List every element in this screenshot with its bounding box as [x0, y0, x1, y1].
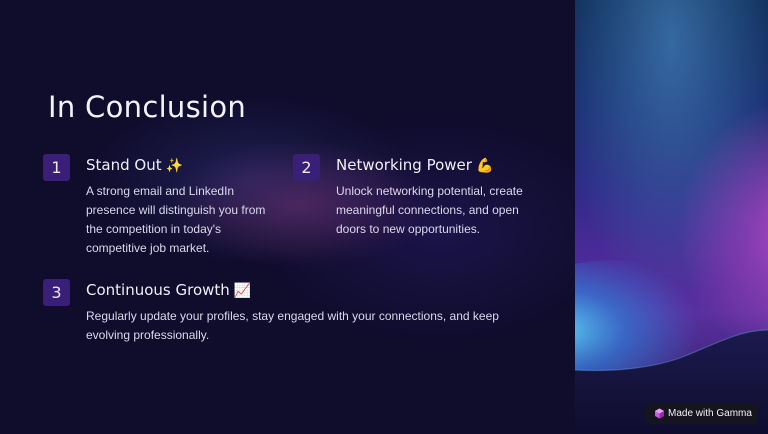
- item-title: Stand Out ✨: [86, 156, 183, 174]
- sparkles-icon: ✨: [165, 158, 184, 174]
- item-title: Continuous Growth 📈: [86, 281, 251, 299]
- abstract-wave-illustration: [575, 0, 768, 434]
- item-body: Regularly update your profiles, stay eng…: [86, 309, 499, 342]
- badge-label: Made with Gamma: [668, 408, 752, 419]
- item-number-badge: 3: [43, 279, 70, 306]
- item-title-text: Continuous Growth: [86, 281, 230, 299]
- item-body: Unlock networking potential, create mean…: [336, 184, 523, 236]
- item-title-text: Stand Out: [86, 156, 162, 174]
- list-item-stand-out: 1 Stand Out ✨ A strong email and LinkedIn…: [43, 154, 283, 264]
- slide-title: In Conclusion: [48, 90, 247, 124]
- item-title-text: Networking Power: [336, 156, 472, 174]
- item-title: Networking Power 💪: [336, 156, 493, 174]
- list-item-networking-power: 2 Networking Power 💪 Unlock networking po…: [293, 154, 533, 254]
- slide-content: In Conclusion 1 Stand Out ✨ A strong emai…: [0, 0, 575, 434]
- slide: In Conclusion 1 Stand Out ✨ A strong emai…: [0, 0, 768, 434]
- chart-increasing-icon: 📈: [233, 283, 252, 299]
- gamma-logo-icon: [655, 408, 664, 419]
- item-body: A strong email and LinkedIn presence wil…: [86, 184, 266, 255]
- item-number-badge: 2: [293, 154, 320, 181]
- made-with-gamma-badge[interactable]: Made with Gamma: [646, 403, 758, 424]
- flexed-biceps-icon: 💪: [475, 158, 494, 174]
- decorative-gradient-image: [575, 0, 768, 434]
- item-number-badge: 1: [43, 154, 70, 181]
- list-item-continuous-growth: 3 Continuous Growth 📈 Regularly update yo…: [43, 279, 513, 354]
